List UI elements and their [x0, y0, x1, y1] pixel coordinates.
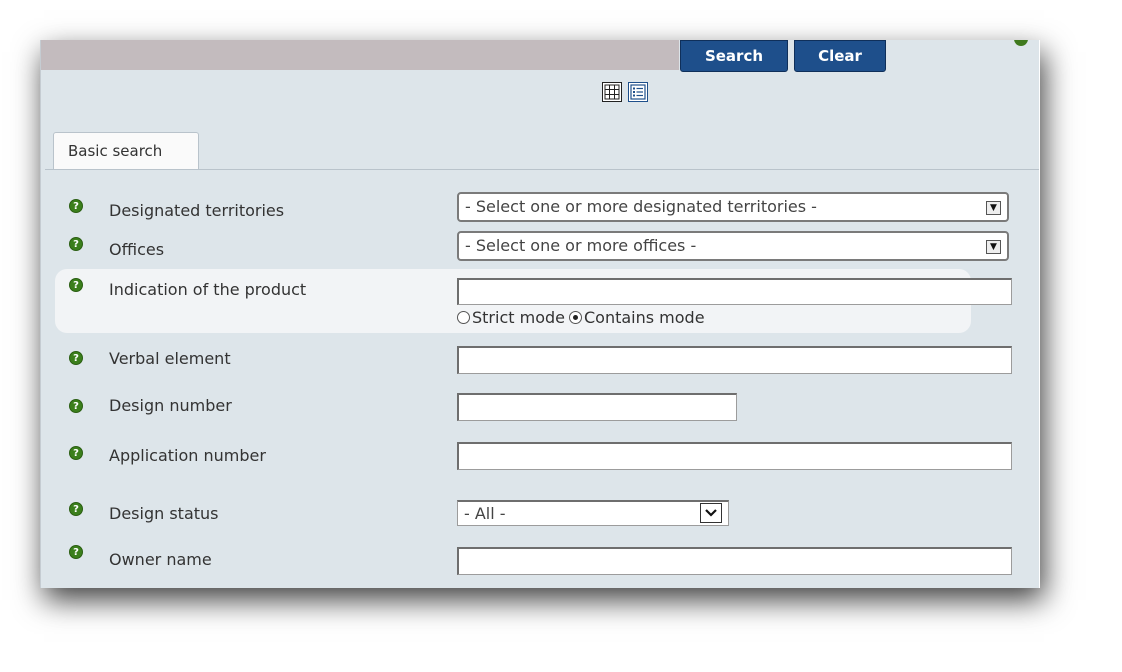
- help-icon[interactable]: [1014, 40, 1028, 46]
- contains-mode-radio[interactable]: [568, 311, 582, 324]
- indication-product-input[interactable]: [457, 278, 1012, 305]
- application-number-label: Application number: [109, 446, 266, 465]
- strict-mode-label: Strict mode: [472, 308, 565, 327]
- view-toggle: [602, 82, 648, 102]
- help-icon[interactable]: ?: [69, 399, 83, 413]
- help-icon[interactable]: ?: [69, 502, 83, 516]
- contains-mode-label: Contains mode: [583, 308, 705, 327]
- search-button[interactable]: Search: [680, 40, 788, 72]
- offices-label: Offices: [109, 240, 165, 259]
- grid-view-icon[interactable]: [602, 82, 622, 102]
- design-number-input[interactable]: [457, 393, 737, 421]
- offices-select[interactable]: - Select one or more offices - ▼: [457, 231, 1009, 261]
- tab-basic-search[interactable]: Basic search: [53, 132, 199, 170]
- verbal-element-label: Verbal element: [109, 349, 231, 368]
- help-icon[interactable]: ?: [69, 545, 83, 559]
- list-view-icon[interactable]: [628, 82, 648, 102]
- help-icon[interactable]: ?: [69, 278, 83, 292]
- owner-name-input[interactable]: [457, 547, 1012, 575]
- design-status-select[interactable]: - All -: [457, 500, 729, 526]
- design-number-label: Design number: [109, 396, 232, 415]
- owner-name-label: Owner name: [109, 550, 212, 569]
- offices-value: - Select one or more offices -: [465, 236, 697, 255]
- help-icon[interactable]: ?: [69, 351, 83, 365]
- design-status-label: Design status: [109, 504, 219, 523]
- design-status-value: - All -: [464, 504, 506, 523]
- chevron-down-icon[interactable]: [700, 503, 722, 523]
- chevron-down-icon[interactable]: ▼: [986, 240, 1001, 254]
- help-icon[interactable]: ?: [69, 446, 83, 460]
- help-icon[interactable]: ?: [69, 237, 83, 251]
- search-panel: Search Clear Basic search ? Designated t…: [40, 40, 1039, 588]
- help-icon[interactable]: ?: [69, 199, 83, 213]
- application-number-input[interactable]: [457, 442, 1012, 470]
- top-bar: [41, 40, 679, 70]
- verbal-element-input[interactable]: [457, 346, 1012, 374]
- strict-mode-radio[interactable]: [457, 311, 470, 324]
- designated-territories-select[interactable]: - Select one or more designated territor…: [457, 192, 1009, 222]
- designated-territories-label: Designated territories: [109, 201, 285, 220]
- clear-button[interactable]: Clear: [794, 40, 886, 72]
- search-form: ? Designated territories - Select one or…: [45, 169, 1039, 588]
- designated-territories-value: - Select one or more designated territor…: [465, 197, 817, 216]
- chevron-down-icon[interactable]: ▼: [986, 201, 1001, 215]
- search-mode-radios: Strict mode Contains mode: [457, 308, 705, 327]
- indication-product-label: Indication of the product: [109, 280, 307, 299]
